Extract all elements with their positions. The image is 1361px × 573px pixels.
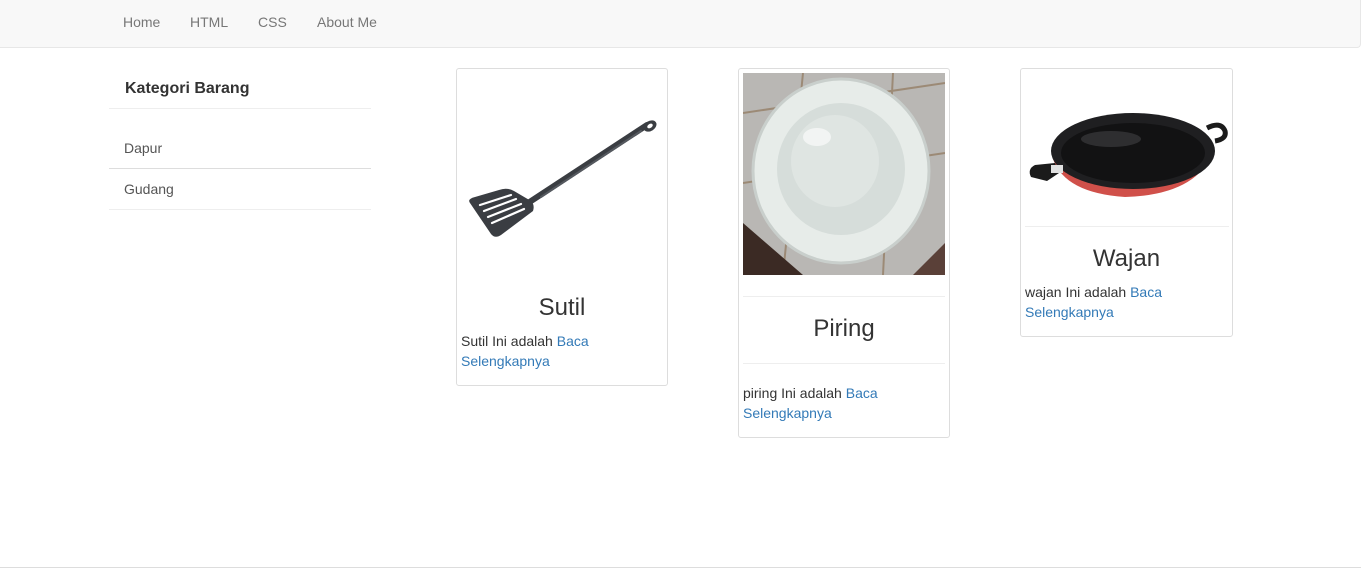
- wok-image: [1025, 73, 1229, 227]
- nav-link-css[interactable]: CSS: [258, 14, 287, 30]
- product-card-wajan: Wajan wajan Ini adalah Baca Selengkapnya: [1020, 68, 1233, 337]
- product-card-piring: Piring piring Ini adalah Baca Selengkapn…: [738, 68, 950, 438]
- nav-link-home[interactable]: Home: [123, 14, 160, 30]
- product-desc-text: wajan Ini adalah: [1025, 284, 1127, 300]
- product-title-piring: Piring: [813, 315, 875, 342]
- spatula-image: [461, 73, 663, 275]
- product-desc-text: Sutil Ini adalah: [461, 333, 553, 349]
- product-desc-text: piring Ini adalah: [743, 385, 842, 401]
- card-divider-top: [743, 296, 945, 297]
- plate-image: [743, 73, 945, 275]
- product-desc-sutil: Sutil Ini adalah Baca Selengkapnya: [461, 331, 663, 371]
- product-desc-piring: piring Ini adalah Baca Selengkapnya: [743, 383, 945, 423]
- product-desc-wajan: wajan Ini adalah Baca Selengkapnya: [1025, 282, 1228, 322]
- sidebar-item-gudang[interactable]: Gudang: [109, 168, 371, 210]
- nav-link-about-me[interactable]: About Me: [317, 14, 377, 30]
- nav-link-html[interactable]: HTML: [190, 14, 228, 30]
- footer-divider: [0, 567, 1361, 568]
- sidebar-item-dapur[interactable]: Dapur: [109, 127, 371, 169]
- sidebar-heading: Kategori Barang: [109, 68, 371, 109]
- card-divider-bottom: [743, 363, 945, 364]
- product-title-wajan: Wajan: [1092, 245, 1161, 272]
- product-title-sutil: Sutil: [538, 294, 586, 321]
- product-card-sutil: Sutil Sutil Ini adalah Baca Selengkapnya: [456, 68, 668, 386]
- navbar: Home HTML CSS About Me: [0, 0, 1361, 48]
